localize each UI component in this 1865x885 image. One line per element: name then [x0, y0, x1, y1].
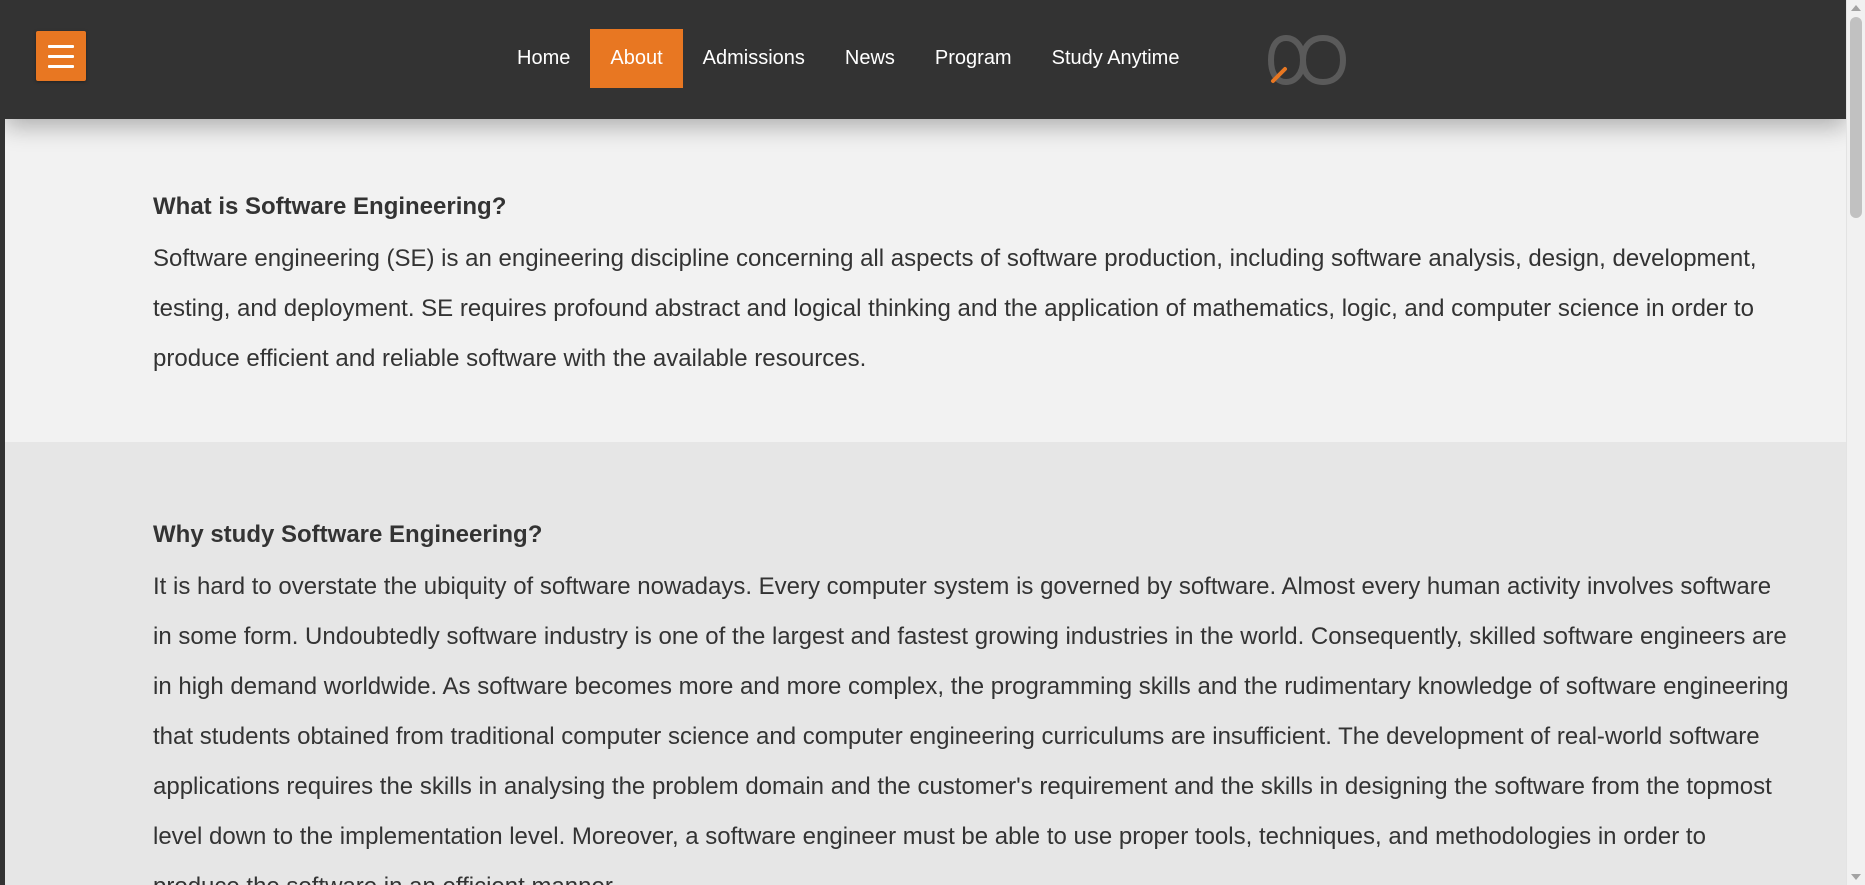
- scroll-down-arrow-icon[interactable]: [1851, 874, 1861, 880]
- scrollbar-thumb[interactable]: [1850, 17, 1862, 218]
- nav-link-about[interactable]: About: [590, 29, 683, 88]
- why-study-se-paragraph: It is hard to overstate the ubiquity of …: [153, 573, 1789, 885]
- nav-link-admissions[interactable]: Admissions: [683, 29, 825, 88]
- what-is-se-section: What is Software Engineering? Software e…: [5, 119, 1846, 442]
- page-viewport: Home About Admissions News Program Study…: [5, 0, 1846, 885]
- scroll-up-arrow-icon[interactable]: [1851, 5, 1861, 11]
- menu-bar-middle: [48, 54, 74, 58]
- menu-bar-bottom: [48, 64, 74, 68]
- what-is-se-content: What is Software Engineering? Software e…: [153, 189, 1793, 384]
- why-study-se-section: Why study Software Engineering? It is ha…: [5, 442, 1846, 885]
- infinity-logo-icon[interactable]: [1267, 29, 1361, 91]
- browser-page: Home About Admissions News Program Study…: [0, 0, 1865, 885]
- nav-link-study-anytime[interactable]: Study Anytime: [1032, 29, 1200, 88]
- nav-link-news[interactable]: News: [825, 29, 915, 88]
- top-navbar: Home About Admissions News Program Study…: [5, 0, 1846, 119]
- why-study-se-content: Why study Software Engineering? It is ha…: [153, 517, 1793, 885]
- what-is-se-heading: What is Software Engineering?: [153, 193, 507, 220]
- nav-link-program[interactable]: Program: [915, 29, 1032, 88]
- main-navigation: Home About Admissions News Program Study…: [497, 29, 1199, 88]
- nav-link-home[interactable]: Home: [497, 29, 590, 88]
- vertical-scrollbar[interactable]: [1846, 0, 1865, 885]
- what-is-se-paragraph: Software engineering (SE) is an engineer…: [153, 245, 1757, 372]
- hamburger-menu-icon[interactable]: [36, 31, 86, 81]
- why-study-se-heading: Why study Software Engineering?: [153, 521, 543, 548]
- menu-bar-top: [48, 44, 74, 48]
